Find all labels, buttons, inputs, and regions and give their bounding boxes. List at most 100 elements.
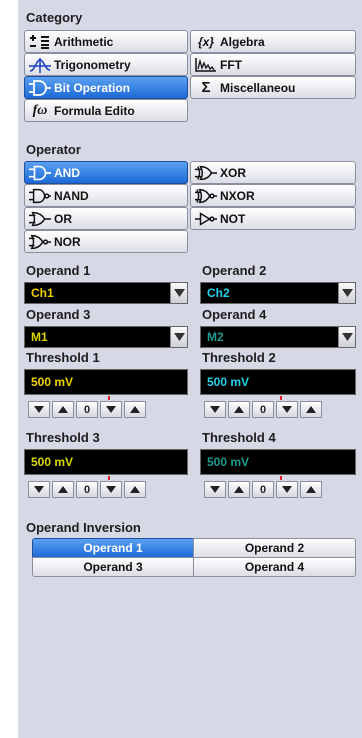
zero-button[interactable]: 0 xyxy=(76,481,98,498)
coarse-up-button[interactable] xyxy=(300,481,322,498)
fine-up-button[interactable] xyxy=(52,401,74,418)
threshold-4-marker xyxy=(280,476,282,480)
operand-3-dropdown[interactable]: M1 xyxy=(24,326,188,348)
fine-up-button[interactable] xyxy=(228,481,250,498)
operand-2-value: Ch2 xyxy=(207,286,230,300)
category-trigonometry-button[interactable]: Trigonometry xyxy=(24,53,188,76)
arithmetic-icon xyxy=(29,33,51,51)
threshold-2-marker xyxy=(280,396,282,400)
threshold-3-input[interactable]: 500 mV xyxy=(24,449,188,475)
fine-up-button[interactable] xyxy=(228,401,250,418)
threshold-3-marker xyxy=(108,476,110,480)
chevron-down-icon[interactable] xyxy=(338,283,355,303)
operator-title: Operator xyxy=(26,142,81,157)
threshold-1-spinner: 0 xyxy=(28,401,146,418)
operator-or-button[interactable]: OR xyxy=(24,207,188,230)
threshold-3-label: Threshold 3 xyxy=(26,430,100,445)
coarse-down-button[interactable] xyxy=(28,401,50,418)
zero-button[interactable]: 0 xyxy=(76,401,98,418)
threshold-1-marker xyxy=(108,396,110,400)
chevron-down-icon[interactable] xyxy=(170,327,187,347)
operand-3-value: M1 xyxy=(31,330,48,344)
threshold-3-spinner: 0 xyxy=(28,481,146,498)
chevron-down-icon[interactable] xyxy=(338,327,355,347)
operand-4-label: Operand 4 xyxy=(202,307,267,322)
category-title: Category xyxy=(26,10,83,25)
xor-gate-icon xyxy=(195,164,217,182)
operator-xor-label: XOR xyxy=(220,165,247,180)
fine-down-button[interactable] xyxy=(276,401,298,418)
coarse-up-button[interactable] xyxy=(124,481,146,498)
operator-xor-button[interactable]: XOR xyxy=(190,161,356,184)
category-miscellaneous-button[interactable]: Σ Miscellaneou xyxy=(190,76,356,99)
category-bit-operation-button[interactable]: Bit Operation xyxy=(24,76,188,99)
category-arithmetic-label: Arithmetic xyxy=(54,34,114,49)
coarse-down-button[interactable] xyxy=(204,401,226,418)
and-gate-icon xyxy=(29,164,51,182)
operand-2-dropdown[interactable]: Ch2 xyxy=(200,282,356,304)
chevron-down-icon[interactable] xyxy=(170,283,187,303)
operand-inversion-title: Operand Inversion xyxy=(26,520,141,535)
fine-down-button[interactable] xyxy=(276,481,298,498)
threshold-4-input[interactable]: 500 mV xyxy=(200,449,356,475)
nand-gate-icon xyxy=(29,187,51,205)
operator-nand-button[interactable]: NAND xyxy=(24,184,188,207)
nxor-gate-icon xyxy=(195,187,217,205)
category-formula-editor-button[interactable]: fω Formula Edito xyxy=(24,99,188,122)
threshold-2-input[interactable]: 500 mV xyxy=(200,369,356,395)
fine-down-button[interactable] xyxy=(100,481,122,498)
invert-operand-1-button[interactable]: Operand 1 xyxy=(32,538,194,558)
coarse-down-button[interactable] xyxy=(204,481,226,498)
invert-operand-4-button[interactable]: Operand 4 xyxy=(193,557,356,577)
category-trigonometry-label: Trigonometry xyxy=(54,57,131,72)
bit-operation-icon xyxy=(29,79,51,97)
category-fft-button[interactable]: FFT xyxy=(190,53,356,76)
not-gate-icon xyxy=(195,210,217,228)
operator-nand-label: NAND xyxy=(54,188,89,203)
coarse-up-button[interactable] xyxy=(300,401,322,418)
operand-1-value: Ch1 xyxy=(31,286,54,300)
algebra-icon: {x} xyxy=(197,34,214,49)
trigonometry-icon xyxy=(29,56,51,74)
or-gate-icon xyxy=(29,210,51,228)
category-arithmetic-button[interactable]: Arithmetic xyxy=(24,30,188,53)
zero-button[interactable]: 0 xyxy=(252,401,274,418)
threshold-2-label: Threshold 2 xyxy=(202,350,276,365)
operator-nxor-button[interactable]: NXOR xyxy=(190,184,356,207)
operator-or-label: OR xyxy=(54,211,72,226)
coarse-down-button[interactable] xyxy=(28,481,50,498)
operand-4-value: M2 xyxy=(207,330,224,344)
operand-1-label: Operand 1 xyxy=(26,263,91,278)
operator-not-label: NOT xyxy=(220,211,246,226)
invert-operand-3-button[interactable]: Operand 3 xyxy=(32,557,194,577)
threshold-4-label: Threshold 4 xyxy=(202,430,276,445)
category-algebra-label: Algebra xyxy=(220,34,265,49)
fine-up-button[interactable] xyxy=(52,481,74,498)
operator-not-button[interactable]: NOT xyxy=(190,207,356,230)
threshold-2-spinner: 0 xyxy=(204,401,322,418)
formula-icon: fω xyxy=(32,102,48,118)
category-miscellaneous-label: Miscellaneou xyxy=(220,80,296,95)
operator-nor-button[interactable]: NOR xyxy=(24,230,188,253)
sigma-icon: Σ xyxy=(201,79,211,96)
operand-4-dropdown[interactable]: M2 xyxy=(200,326,356,348)
operator-and-button[interactable]: AND xyxy=(24,161,188,184)
math-function-panel: Category Arithmetic {x} Algebra Trigonome… xyxy=(18,0,362,738)
nor-gate-icon xyxy=(29,233,51,251)
operator-nxor-label: NXOR xyxy=(220,188,255,203)
fine-down-button[interactable] xyxy=(100,401,122,418)
category-bit-operation-label: Bit Operation xyxy=(54,80,131,95)
category-formula-editor-label: Formula Edito xyxy=(54,103,135,118)
threshold-1-input[interactable]: 500 mV xyxy=(24,369,188,395)
operator-and-label: AND xyxy=(54,165,80,180)
coarse-up-button[interactable] xyxy=(124,401,146,418)
operand-1-dropdown[interactable]: Ch1 xyxy=(24,282,188,304)
threshold-4-spinner: 0 xyxy=(204,481,322,498)
category-algebra-button[interactable]: {x} Algebra xyxy=(190,30,356,53)
threshold-1-label: Threshold 1 xyxy=(26,350,100,365)
operator-nor-label: NOR xyxy=(54,234,81,249)
category-fft-label: FFT xyxy=(220,57,242,72)
invert-operand-2-button[interactable]: Operand 2 xyxy=(193,538,356,558)
operand-2-label: Operand 2 xyxy=(202,263,267,278)
zero-button[interactable]: 0 xyxy=(252,481,274,498)
